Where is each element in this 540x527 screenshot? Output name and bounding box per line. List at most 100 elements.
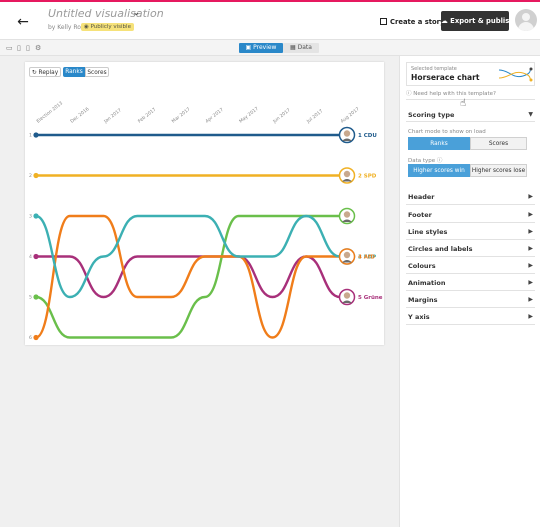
y-tick-label: 5 xyxy=(29,295,32,301)
chart-mode-ranks-button[interactable]: Ranks xyxy=(408,137,470,150)
section-colours-label: Colours xyxy=(408,262,436,270)
series-start-point xyxy=(33,334,39,341)
replay-icon: ↻ xyxy=(31,70,39,76)
y-tick-label: 6 xyxy=(29,335,32,341)
caret-right-icon: ▶ xyxy=(528,279,533,286)
replay-label: Replay xyxy=(38,70,59,76)
visibility-label: Publicly visible xyxy=(90,24,131,30)
settings-panel: Selected template Horserace chart ⓘ Need… xyxy=(399,56,540,527)
section-footer[interactable]: Footer ▶ xyxy=(406,206,535,223)
story-icon xyxy=(380,18,387,25)
x-tick-label: Jun 2017 xyxy=(271,107,292,125)
section-line-styles[interactable]: Line styles ▶ xyxy=(406,223,535,240)
higher-scores-win-button[interactable]: Higher scores win xyxy=(408,164,470,177)
series-end-label: 4 AfD xyxy=(358,255,375,261)
chart-mode-label: Chart mode to show on load xyxy=(408,129,486,135)
portrait-face xyxy=(343,130,351,137)
section-y-axis[interactable]: Y axis ▶ xyxy=(406,308,535,325)
preview-toolbar: ▭ ▯ ▯ ⚙ ▣ Preview ▦ Data xyxy=(0,40,540,56)
x-tick-label: Mar 2017 xyxy=(171,106,192,124)
section-footer-label: Footer xyxy=(408,211,432,219)
portrait-face xyxy=(343,170,351,178)
y-tick-label: 2 xyxy=(29,173,32,179)
create-story-label: Create a story xyxy=(390,18,445,26)
x-tick-label: May 2017 xyxy=(238,106,260,125)
section-margins[interactable]: Margins ▶ xyxy=(406,291,535,308)
x-tick-label: Jan 2017 xyxy=(102,107,122,125)
caret-right-icon: ▶ xyxy=(528,193,533,200)
series-start-point xyxy=(33,253,39,260)
template-caption: Selected template xyxy=(411,66,457,72)
back-arrow-icon[interactable]: ← xyxy=(12,11,34,33)
portrait-face xyxy=(343,292,351,299)
tablet-icon[interactable]: ▯ xyxy=(17,44,21,52)
tab-preview[interactable]: ▣ Preview xyxy=(239,43,283,53)
portrait-face xyxy=(343,211,351,218)
section-line-styles-label: Line styles xyxy=(408,228,448,236)
series-end-label: 1 CDU xyxy=(358,133,377,139)
template-help-label: Need help with this template? xyxy=(413,91,496,97)
x-tick-label: Jul 2017 xyxy=(305,108,324,125)
export-publish-label: Export & publish xyxy=(450,17,515,25)
x-tick-label: Election 2013 xyxy=(36,100,65,124)
template-name: Horserace chart xyxy=(411,73,480,82)
data-type-label: Data type ⓘ xyxy=(408,156,442,164)
chart-mode-scores-button[interactable]: Scores xyxy=(470,137,527,150)
ranks-toggle[interactable]: Ranks xyxy=(63,67,85,77)
caret-down-icon: ▼ xyxy=(528,111,533,118)
caret-right-icon: ▶ xyxy=(528,211,533,218)
y-tick-label: 3 xyxy=(29,214,32,220)
section-circles-labels-label: Circles and labels xyxy=(408,245,473,253)
cloud-upload-icon: ☁ xyxy=(441,17,451,25)
x-tick-label: Apr 2017 xyxy=(204,107,224,125)
tab-preview-label: Preview xyxy=(253,44,277,51)
preview-icon: ▣ xyxy=(245,44,254,51)
table-icon: ▦ xyxy=(290,44,298,51)
create-story-button[interactable]: Create a story xyxy=(380,12,444,32)
portrait-face xyxy=(343,251,351,259)
section-colours[interactable]: Colours ▶ xyxy=(406,257,535,274)
caret-right-icon: ▶ xyxy=(528,313,533,320)
section-circles-labels[interactable]: Circles and labels ▶ xyxy=(406,240,535,257)
series-start-point xyxy=(33,172,39,179)
section-header[interactable]: Header ▶ xyxy=(406,188,535,205)
series-start-point xyxy=(33,132,39,138)
user-avatar[interactable] xyxy=(515,9,537,31)
mobile-icon[interactable]: ▯ xyxy=(26,44,30,52)
section-animation[interactable]: Animation ▶ xyxy=(406,274,535,291)
horserace-chart: 1 2 3 4 5 6 Election 2013 Dec 2016 Jan 2017 Feb 2… xyxy=(29,100,383,341)
series-start-point xyxy=(33,213,39,219)
caret-right-icon: ▶ xyxy=(528,228,533,235)
app-header: ← Untitled visualisation ⌄ by Kelly Ross… xyxy=(0,2,540,40)
template-thumbnail xyxy=(498,67,533,82)
caret-right-icon: ▶ xyxy=(528,245,533,252)
y-tick-label: 1 xyxy=(29,133,32,139)
section-margins-label: Margins xyxy=(408,296,438,304)
x-tick-label: Dec 2016 xyxy=(69,106,90,124)
x-tick-label: Aug 2017 xyxy=(340,106,361,124)
export-publish-button[interactable]: ☁ Export & publish xyxy=(441,11,514,31)
replay-button[interactable]: ↻ Replay xyxy=(29,67,61,77)
higher-scores-lose-button[interactable]: Higher scores lose xyxy=(470,164,527,177)
series-start-point xyxy=(33,294,39,300)
visualisation-title[interactable]: Untitled visualisation xyxy=(48,7,164,20)
tab-data-label: Data xyxy=(297,44,312,51)
template-help-link[interactable]: ⓘ Need help with this template? xyxy=(406,88,535,100)
chevron-down-icon[interactable]: ⌄ xyxy=(132,7,140,18)
chart-canvas: 1 2 3 4 5 6 Election 2013 Dec 2016 Jan 2017 Feb 2… xyxy=(25,62,384,345)
scores-toggle[interactable]: Scores xyxy=(85,67,109,77)
selected-template-card[interactable]: Selected template Horserace chart xyxy=(406,62,535,86)
y-tick-label: 4 xyxy=(29,254,32,260)
caret-right-icon: ▶ xyxy=(528,296,533,303)
visibility-badge[interactable]: ◉ Publicly visible xyxy=(81,23,134,31)
series-end-label: 5 Grüne xyxy=(358,295,383,301)
section-header-label: Header xyxy=(408,193,435,201)
desktop-icon[interactable]: ▭ xyxy=(6,44,13,52)
caret-right-icon: ▶ xyxy=(528,262,533,269)
scoring-type-title: Scoring type xyxy=(408,111,455,119)
section-y-axis-label: Y axis xyxy=(408,313,430,321)
tab-data[interactable]: ▦ Data xyxy=(283,43,319,53)
x-tick-label: Feb 2017 xyxy=(137,107,158,125)
settings-icon[interactable]: ⚙ xyxy=(35,44,41,52)
scoring-type-header[interactable]: Scoring type ▼ xyxy=(406,108,535,122)
